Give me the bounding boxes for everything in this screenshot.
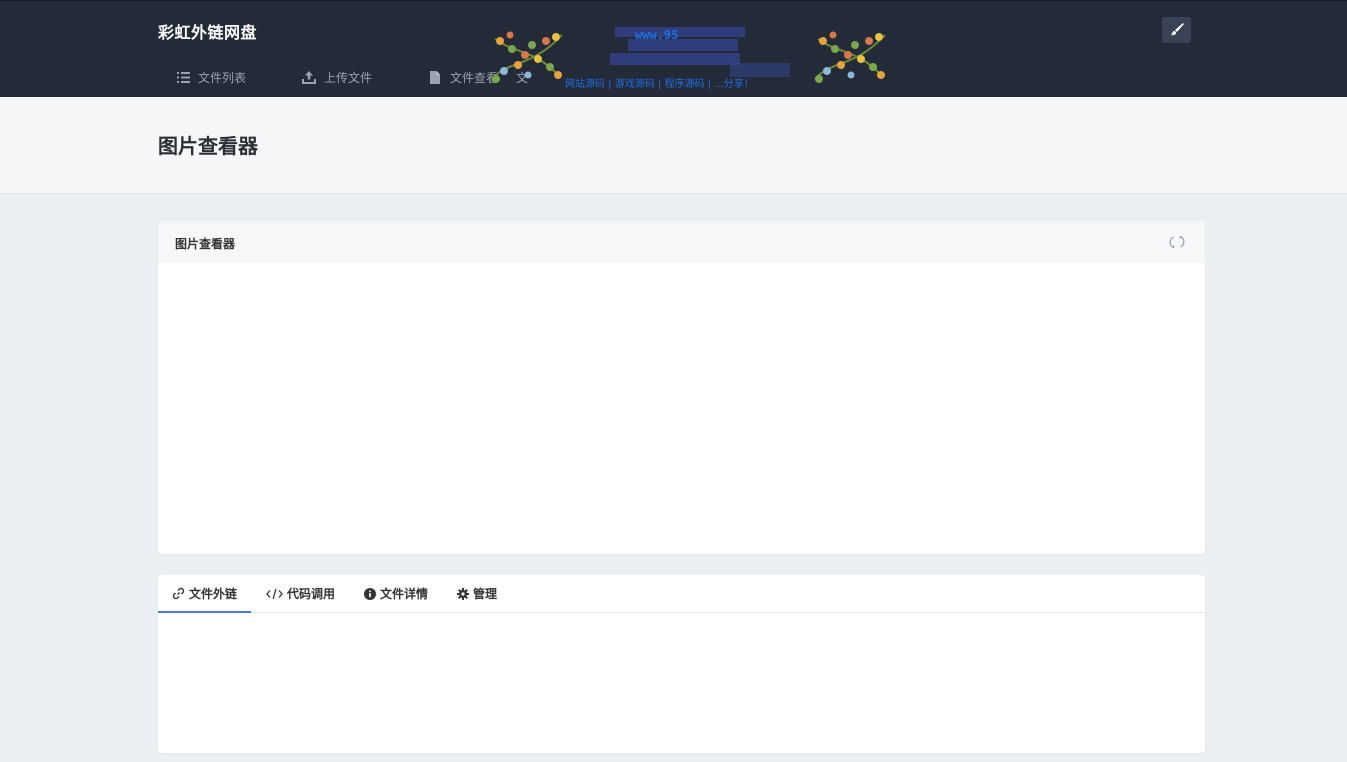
info-icon (363, 587, 376, 600)
theme-brush-button[interactable] (1162, 17, 1191, 43)
tab-label: 管理 (473, 587, 498, 601)
tab-file-details[interactable]: 文件详情 (349, 575, 442, 612)
tab-label: 文件详情 (380, 587, 429, 601)
card-header: 图片查看器 (158, 221, 1205, 263)
brush-icon (1170, 21, 1184, 40)
site-brand[interactable]: 彩虹外链网盘 (158, 19, 257, 43)
tab-label: 文件外链 (189, 586, 238, 601)
code-icon (265, 587, 283, 600)
image-viewer-area[interactable] (158, 263, 1205, 554)
card-title: 图片查看器 (175, 237, 236, 251)
file-info-tabs-card: 文件外链 代码调用 文件详情 管理 (158, 575, 1205, 753)
link-icon (172, 587, 185, 600)
page-title: 图片查看器 (158, 134, 258, 158)
ad-banner[interactable]: www.95 网站源码 | 游戏源码 | 程序源码 | ...分享！ 文 (490, 23, 890, 91)
tab-manage[interactable]: 管理 (442, 575, 511, 612)
tab-content (158, 613, 1205, 752)
tab-code[interactable]: 代码调用 (251, 575, 349, 612)
main-nav: 文件列表 上传文件 文件查看 (158, 67, 536, 87)
file-icon (428, 70, 442, 84)
nav-label: 上传文件 (324, 70, 373, 85)
ad-text-bottom: 网站源码 | 游戏源码 | 程序源码 | ...分享！ (565, 79, 754, 90)
image-viewer-card: 图片查看器 (158, 221, 1205, 554)
tab-file-link[interactable]: 文件外链 (158, 575, 252, 613)
gear-icon (456, 587, 469, 600)
nav-item-partial[interactable]: 文 (516, 69, 528, 86)
page-header: 图片查看器 (0, 97, 1347, 194)
list-icon (176, 70, 190, 84)
refresh-button[interactable] (1169, 234, 1185, 250)
tab-bar: 文件外链 代码调用 文件详情 管理 (158, 575, 1205, 613)
ad-text-top: www.95 (635, 28, 679, 42)
vine-decoration (814, 31, 886, 83)
nav-item-file-list[interactable]: 文件列表 (158, 69, 246, 86)
nav-item-file-view[interactable]: 文件查看 (410, 69, 498, 86)
nav-item-upload[interactable]: 上传文件 (284, 69, 372, 86)
refresh-icon (1169, 235, 1185, 254)
tab-label: 代码调用 (287, 587, 336, 601)
upload-icon (302, 70, 317, 84)
nav-label: 文件列表 (198, 70, 247, 85)
top-navbar: 彩虹外链网盘 文件列表 上传文件 文件查看 www.95 网站源码 | 游戏源码… (0, 0, 1347, 97)
